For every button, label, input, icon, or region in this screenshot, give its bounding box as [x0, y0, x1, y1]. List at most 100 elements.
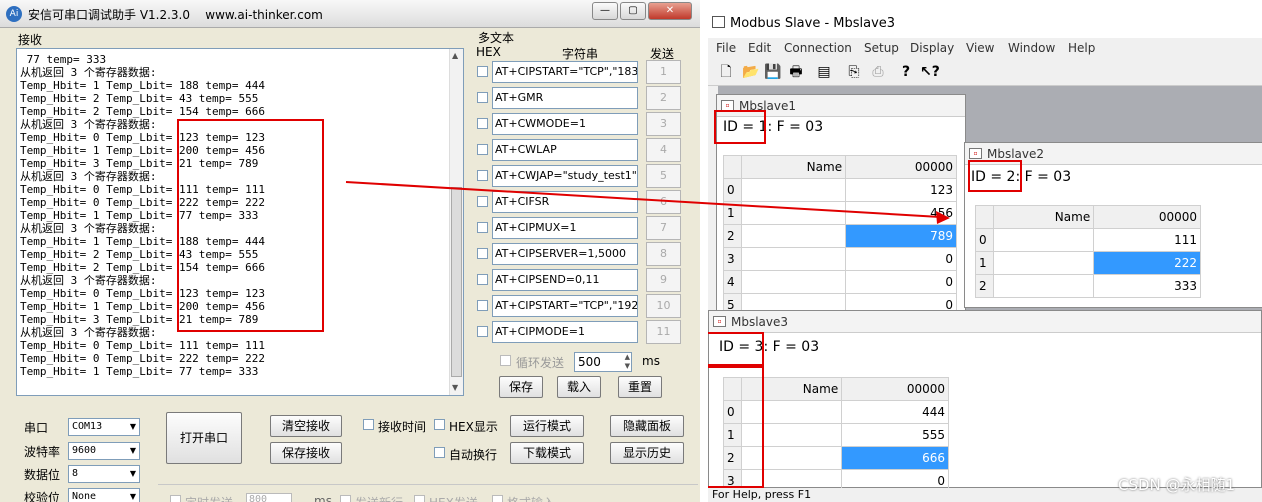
command-input[interactable]: AT+CWLAP — [492, 139, 638, 161]
register-name-cell[interactable] — [740, 247, 847, 271]
hex-display-checkbox[interactable] — [434, 419, 445, 430]
baud-select[interactable]: 9600 ▼ — [68, 442, 140, 460]
window-icon[interactable]: ▤ — [816, 64, 832, 80]
table-row[interactable]: 0 123 — [723, 178, 957, 202]
context-help-icon[interactable]: ↖? — [920, 64, 940, 80]
parity-select[interactable]: None ▼ — [68, 488, 140, 502]
command-input[interactable]: AT+CWMODE=1 — [492, 113, 638, 135]
register-name-cell[interactable] — [740, 270, 847, 294]
receive-scrollbar[interactable]: ▲ ▼ — [449, 49, 463, 395]
hex-checkbox[interactable] — [477, 118, 488, 129]
table-row[interactable]: 2 789 — [723, 224, 957, 248]
menu-view[interactable]: View — [966, 41, 994, 55]
disconnect-icon[interactable]: ⎙ — [870, 64, 886, 80]
table-row[interactable]: 30 — [723, 247, 957, 271]
loop-send-checkbox[interactable] — [500, 355, 511, 366]
format-input-checkbox[interactable] — [492, 495, 503, 502]
port-select[interactable]: COM13 ▼ — [68, 418, 140, 436]
print-icon[interactable]: 🖶 — [788, 64, 804, 80]
register-value-cell[interactable]: 333 — [1093, 274, 1201, 298]
hex-send-checkbox[interactable] — [414, 495, 425, 502]
menu-file[interactable]: File — [716, 41, 736, 55]
open-port-button[interactable]: 打开串口 — [166, 412, 242, 464]
new-file-icon[interactable]: 🗋 — [718, 64, 734, 80]
table-row[interactable]: 2 333 — [975, 274, 1201, 298]
send-command-button[interactable]: 4 — [646, 138, 681, 162]
register-value-cell[interactable]: 0 — [845, 247, 957, 271]
reset-button[interactable]: 重置 — [618, 376, 662, 398]
scroll-thumb[interactable] — [451, 187, 462, 377]
hex-checkbox[interactable] — [477, 66, 488, 77]
register-name-cell[interactable] — [740, 178, 847, 202]
download-mode-button[interactable]: 下载模式 — [510, 442, 584, 464]
hex-checkbox[interactable] — [477, 92, 488, 103]
command-input[interactable]: AT+CIFSR — [492, 191, 638, 213]
send-command-button[interactable]: 9 — [646, 268, 681, 292]
menu-setup[interactable]: Setup — [864, 41, 899, 55]
receive-time-checkbox[interactable] — [363, 419, 374, 430]
slave-window-3[interactable]: ▫ Mbslave3 ID = 3: F = 03 Name 00000 0 444 1 5… — [708, 310, 1262, 493]
menu-display[interactable]: Display — [910, 41, 954, 55]
hex-checkbox[interactable] — [477, 222, 488, 233]
register-name-cell[interactable] — [740, 201, 847, 225]
command-input[interactable]: AT+CIPSTART="TCP","192 — [492, 295, 638, 317]
register-name-cell[interactable] — [992, 251, 1095, 275]
send-command-button[interactable]: 8 — [646, 242, 681, 266]
menu-edit[interactable]: Edit — [748, 41, 771, 55]
table-row[interactable]: 0 111 — [975, 228, 1201, 252]
connect-icon[interactable]: ⎘ — [846, 64, 862, 80]
register-value-cell[interactable]: 0 — [845, 270, 957, 294]
register-value-cell[interactable]: 456 — [845, 201, 957, 225]
register-value-cell[interactable]: 444 — [841, 400, 949, 424]
send-command-button[interactable]: 7 — [646, 216, 681, 240]
register-value-cell[interactable]: 111 — [1093, 228, 1201, 252]
table-row[interactable]: 1 456 — [723, 201, 957, 225]
command-input[interactable]: AT+CIPMODE=1 — [492, 321, 638, 343]
run-mode-button[interactable]: 运行模式 — [510, 415, 584, 437]
hex-checkbox[interactable] — [477, 144, 488, 155]
register-value-cell[interactable]: 222 — [1093, 251, 1201, 275]
hex-checkbox[interactable] — [477, 300, 488, 311]
hex-checkbox[interactable] — [477, 170, 488, 181]
show-history-button[interactable]: 显示历史 — [610, 442, 684, 464]
scroll-down-icon[interactable]: ▼ — [452, 383, 458, 392]
register-value-cell[interactable]: 666 — [841, 446, 949, 470]
help-icon[interactable]: ? — [898, 64, 914, 80]
send-command-button[interactable]: 1 — [646, 60, 681, 84]
open-folder-icon[interactable]: 📂 — [742, 64, 759, 80]
send-newline-checkbox[interactable] — [340, 495, 351, 502]
send-command-button[interactable]: 6 — [646, 190, 681, 214]
hide-panel-button[interactable]: 隐藏面板 — [610, 415, 684, 437]
register-name-cell[interactable] — [992, 228, 1095, 252]
send-command-button[interactable]: 3 — [646, 112, 681, 136]
send-command-button[interactable]: 10 — [646, 294, 681, 318]
register-value-cell[interactable]: 789 — [845, 224, 957, 248]
register-value-cell[interactable]: 555 — [841, 423, 949, 447]
command-input[interactable]: AT+CIPSERVER=1,5000 — [492, 243, 638, 265]
loop-interval-input[interactable]: 500 ▲ ▼ — [574, 352, 632, 372]
table-row[interactable]: 1 222 — [975, 251, 1201, 275]
hex-checkbox[interactable] — [477, 274, 488, 285]
timed-send-checkbox[interactable] — [170, 495, 181, 502]
menu-connection[interactable]: Connection — [784, 41, 852, 55]
save-receive-button[interactable]: 保存接收 — [270, 442, 342, 464]
register-name-cell[interactable] — [740, 224, 847, 248]
register-name-cell[interactable] — [992, 274, 1095, 298]
maximize-icon[interactable]: ▢ — [620, 2, 646, 20]
databits-select[interactable]: 8 ▼ — [68, 465, 140, 483]
timed-interval-input[interactable]: 800 — [246, 493, 292, 502]
send-command-button[interactable]: 5 — [646, 164, 681, 188]
menu-help[interactable]: Help — [1068, 41, 1095, 55]
table-row[interactable]: 40 — [723, 270, 957, 294]
command-input[interactable]: AT+GMR — [492, 87, 638, 109]
close-icon[interactable]: ✕ — [648, 2, 692, 20]
spin-arrows-icon[interactable]: ▲ ▼ — [625, 353, 630, 371]
command-input[interactable]: AT+CIPSEND=0,11 — [492, 269, 638, 291]
scroll-up-icon[interactable]: ▲ — [452, 51, 458, 60]
send-command-button[interactable]: 11 — [646, 320, 681, 344]
command-input[interactable]: AT+CIPMUX=1 — [492, 217, 638, 239]
send-command-button[interactable]: 2 — [646, 86, 681, 110]
hex-checkbox[interactable] — [477, 326, 488, 337]
clear-receive-button[interactable]: 清空接收 — [270, 415, 342, 437]
menu-window[interactable]: Window — [1008, 41, 1055, 55]
